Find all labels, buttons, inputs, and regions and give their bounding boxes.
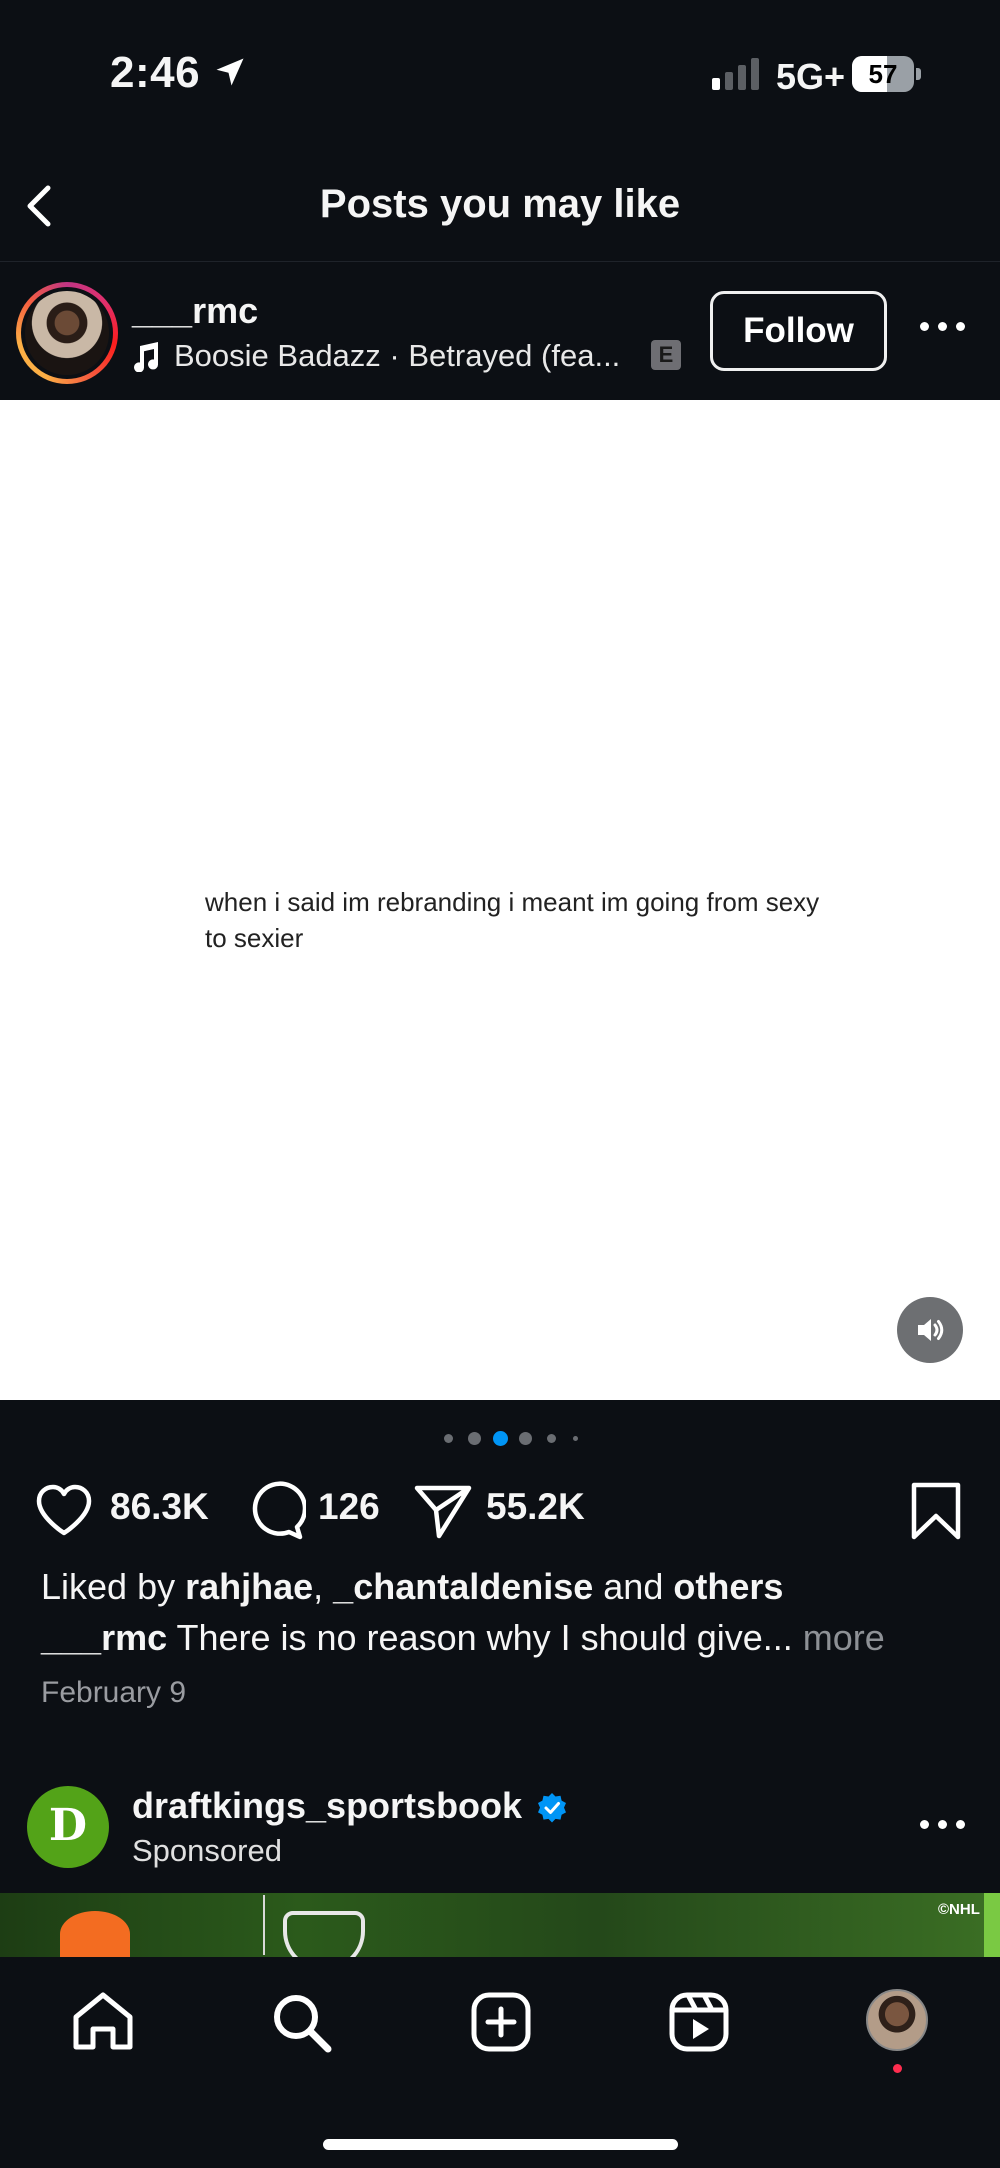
battery-level: 57 — [868, 59, 898, 89]
share-count[interactable]: 55.2K — [486, 1486, 585, 1528]
notification-dot — [893, 2064, 902, 2073]
liked-by-others[interactable]: others — [673, 1566, 783, 1607]
sponsored-media[interactable]: ©NHL — [0, 1893, 1000, 1957]
create-icon[interactable] — [468, 1989, 534, 2055]
like-count[interactable]: 86.3K — [110, 1486, 209, 1528]
caption-text: There is no reason why I should give... — [167, 1617, 793, 1658]
status-bar: 2:46 5G+ 57 — [0, 0, 1000, 150]
bottom-tab-bar — [0, 1957, 1000, 2168]
volume-icon[interactable] — [897, 1297, 963, 1363]
audio-track-label[interactable]: Boosie Badazz · Betrayed (fea... — [174, 338, 620, 374]
sponsor-logo-letter: D — [48, 1800, 88, 1851]
carousel-dot — [518, 1431, 532, 1445]
carousel-dot — [467, 1431, 481, 1445]
search-icon[interactable] — [268, 1989, 334, 2055]
music-note-icon — [134, 342, 159, 372]
liked-by-text[interactable]: Liked by rahjhae, _chantaldenise and oth… — [41, 1566, 783, 1608]
post-caption[interactable]: ___rmc There is no reason why I should g… — [41, 1617, 885, 1659]
location-arrow-icon — [216, 58, 244, 86]
post-media[interactable]: when i said im rebranding i meant im goi… — [0, 400, 1000, 1400]
post-actions: 86.3K 126 55.2K — [0, 1468, 1000, 1548]
network-type: 5G+ — [776, 56, 846, 97]
comment-count[interactable]: 126 — [318, 1486, 380, 1528]
liked-by-user[interactable]: _chantaldenise — [333, 1566, 593, 1607]
bookmark-icon[interactable] — [905, 1480, 967, 1542]
verified-badge-icon — [538, 1793, 566, 1823]
home-icon[interactable] — [70, 1989, 136, 2055]
media-overlay-text: when i said im rebranding i meant im goi… — [205, 887, 820, 953]
carousel-indicator — [0, 1430, 1000, 1446]
status-time: 2:46 — [110, 48, 201, 97]
sponsor-avatar[interactable]: D — [27, 1786, 109, 1868]
avatar[interactable] — [16, 282, 118, 384]
nhl-shield-logo — [283, 1911, 365, 1957]
post-header: ___rmc Boosie Badazz · Betrayed (fea... … — [0, 262, 1000, 400]
draftkings-logo — [60, 1911, 130, 1957]
post-username[interactable]: ___rmc — [132, 290, 258, 332]
carousel-dot — [546, 1433, 556, 1443]
carousel-dot-active — [492, 1430, 508, 1446]
media-credit: ©NHL — [938, 1901, 980, 1918]
reels-icon[interactable] — [666, 1989, 732, 2055]
heart-icon[interactable] — [33, 1480, 95, 1542]
share-icon[interactable] — [412, 1480, 474, 1542]
battery-icon: 57 — [852, 56, 922, 92]
signal-strength-icon — [712, 58, 759, 90]
more-options-icon[interactable] — [920, 1814, 968, 1838]
liked-by-user[interactable]: rahjhae — [185, 1566, 313, 1607]
carousel-dot — [443, 1433, 453, 1443]
sponsored-label: Sponsored — [132, 1833, 282, 1868]
explicit-badge: E — [651, 340, 681, 370]
post-date: February 9 — [41, 1676, 187, 1709]
carousel-dot — [572, 1435, 578, 1441]
caption-more-link[interactable]: more — [793, 1617, 885, 1658]
caption-username[interactable]: ___rmc — [41, 1617, 167, 1658]
profile-avatar[interactable] — [866, 1989, 928, 2051]
home-indicator — [323, 2139, 678, 2150]
more-options-icon[interactable] — [920, 316, 968, 340]
top-nav-header: Posts you may like — [0, 150, 1000, 262]
page-title: Posts you may like — [319, 182, 681, 226]
sponsor-username[interactable]: draftkings_sportsbook — [132, 1785, 522, 1827]
follow-button[interactable]: Follow — [710, 291, 887, 371]
comment-icon[interactable] — [244, 1480, 306, 1542]
